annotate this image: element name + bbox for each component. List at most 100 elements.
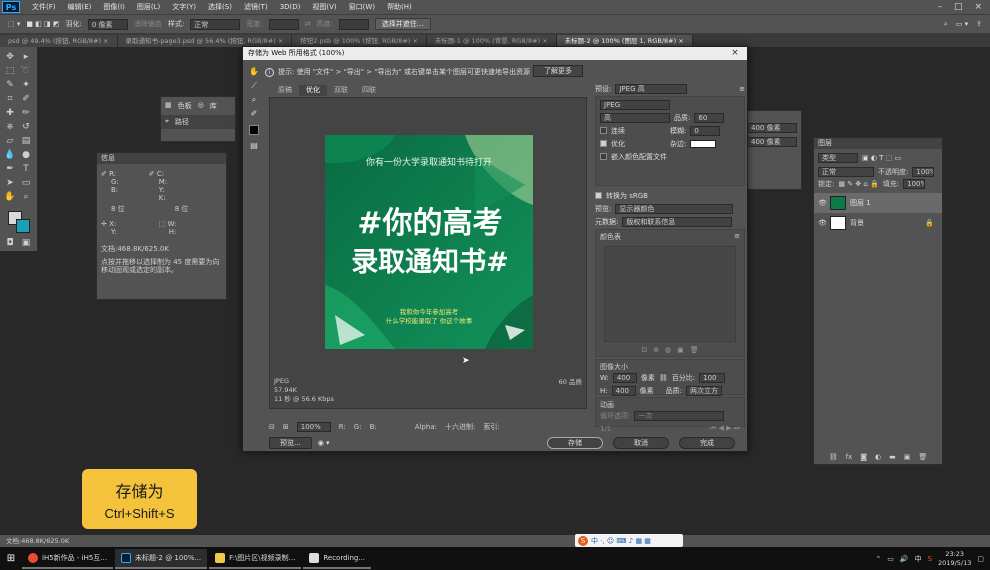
progressive-checkbox[interactable] <box>600 127 607 134</box>
lock-icons[interactable]: ▦ ✎ ✥ ⌂ 🔒 <box>838 180 878 188</box>
cancel-button[interactable]: 取消 <box>613 437 669 449</box>
pen-tool-icon[interactable]: ✒ <box>4 163 16 175</box>
feather-input[interactable]: 0 像素 <box>87 18 128 30</box>
convert-srgb-checkbox[interactable] <box>595 192 602 199</box>
menu-filter[interactable]: 滤镜(T) <box>238 2 274 12</box>
learn-more-button[interactable]: 了解更多 <box>533 65 583 77</box>
artboard-tool-icon[interactable]: ▸ <box>20 51 32 63</box>
save-button[interactable]: 存储 <box>547 437 603 449</box>
color-table-grid[interactable] <box>604 246 736 342</box>
history-brush-icon[interactable]: ↺ <box>20 121 32 133</box>
height-input[interactable] <box>338 18 369 30</box>
dialog-close-icon[interactable]: × <box>723 47 747 60</box>
tab-2up[interactable]: 双联 <box>327 85 355 96</box>
move-tool-icon[interactable]: ✥ <box>4 51 16 63</box>
hand-tool-icon[interactable]: ✋ <box>4 191 16 203</box>
adjustment-icon[interactable]: ◐ <box>875 453 881 461</box>
link-icon[interactable]: ⛓ <box>659 374 668 382</box>
libraries-icon[interactable]: ◎ <box>198 101 204 111</box>
layer-kind-filter[interactable]: 类型 <box>818 153 858 163</box>
style-select[interactable]: 正常 <box>190 18 241 30</box>
quality-input[interactable]: 60 <box>694 112 725 123</box>
color-table-menu-icon[interactable]: ≡ <box>734 232 740 242</box>
eyedropper-color-swatch[interactable] <box>249 125 259 135</box>
share-icon[interactable]: ⇪ <box>976 20 982 29</box>
workspace-icon[interactable]: ▭ ▾ <box>956 20 968 29</box>
lock-color-icon[interactable]: ⊕ <box>653 346 659 354</box>
close-icon[interactable]: × <box>974 2 982 12</box>
menu-edit[interactable]: 编辑(E) <box>62 2 98 12</box>
new-color-icon[interactable]: ▣ <box>677 346 684 354</box>
antialias-checkbox[interactable]: 消除锯齿 <box>134 19 162 29</box>
zoom-out-icon[interactable]: ⊟ <box>269 423 275 431</box>
minimize-icon[interactable]: – <box>937 2 942 12</box>
paths-tab[interactable]: 路径 <box>175 117 189 127</box>
percent-input[interactable]: 100 <box>699 372 726 383</box>
slice-select-icon[interactable]: ⟋ <box>249 81 259 91</box>
preset-menu-icon[interactable]: ≡ <box>739 85 745 93</box>
layer-row[interactable]: 👁 背景 🔒 <box>814 213 942 233</box>
preview-button[interactable]: 预览... <box>269 437 312 449</box>
marquee-tool-icon[interactable]: ⬚ ▾ <box>8 20 20 28</box>
menu-view[interactable]: 视图(V) <box>306 2 342 12</box>
eraser-tool-icon[interactable]: ▱ <box>4 135 16 147</box>
swatches-icon[interactable]: ▦ <box>165 101 172 111</box>
visibility-eye-icon[interactable]: 👁 <box>818 199 827 207</box>
quick-mask-icon[interactable]: ◘ <box>4 237 16 249</box>
path-select-icon[interactable]: ➤ <box>4 177 16 189</box>
volume-icon[interactable]: 🔊 <box>900 555 909 563</box>
embed-profile-checkbox[interactable] <box>600 153 607 160</box>
ime-indicator[interactable]: 中 <box>915 554 922 564</box>
selection-mode-icons[interactable]: ■ ◧ ◨ ◩ <box>26 20 59 28</box>
maximize-icon[interactable]: □ <box>954 2 963 12</box>
shape-tool-icon[interactable]: ▭ <box>20 177 32 189</box>
tab-original[interactable]: 原稿 <box>271 85 299 96</box>
height-input[interactable]: 400 <box>611 385 636 396</box>
loop-select[interactable]: 一次 <box>634 410 725 421</box>
link-icon[interactable]: ⛓ <box>829 453 838 461</box>
brush-tool-icon[interactable]: ✏ <box>20 107 32 119</box>
opacity-input[interactable]: 100% <box>912 167 935 177</box>
menu-file[interactable]: 文件(F) <box>26 2 62 12</box>
format-select[interactable]: JPEG <box>600 99 670 110</box>
visibility-eye-icon[interactable]: 👁 <box>818 219 827 227</box>
stamp-tool-icon[interactable]: ⎈ <box>4 121 16 133</box>
network-icon[interactable]: ▭ <box>887 555 894 563</box>
fill-input[interactable]: 100% <box>903 179 926 189</box>
done-button[interactable]: 完成 <box>679 437 735 449</box>
notification-icon[interactable]: ▢ <box>977 555 984 563</box>
new-layer-icon[interactable]: ▣ <box>904 453 911 461</box>
layer-row[interactable]: 👁 图层 1 <box>814 193 942 213</box>
blur-tool-icon[interactable]: 💧 <box>4 149 16 161</box>
resample-select[interactable]: 两次立方 <box>685 385 722 396</box>
search-icon[interactable]: ⌕ <box>944 20 948 29</box>
preview-mode-select[interactable]: 显示器颜色 <box>615 203 734 214</box>
tab-4up[interactable]: 四联 <box>355 85 383 96</box>
bg-height-field[interactable]: 400 像素 <box>747 137 797 147</box>
tray-up-icon[interactable]: ⌃ <box>875 555 881 563</box>
lasso-tool-icon[interactable]: ➰ <box>20 65 32 77</box>
eyedropper-tool-icon[interactable]: ✐ <box>20 93 32 105</box>
taskbar-item[interactable]: F:\图片区\视频录制... <box>209 549 302 569</box>
tab-optimized[interactable]: 优化 <box>299 85 327 96</box>
layer-filter-icons[interactable]: ▣ ◐ T ⬚ ▭ <box>862 154 901 162</box>
width-input[interactable]: 400 <box>612 372 637 383</box>
fx-icon[interactable]: fx <box>846 453 853 461</box>
swap-icon[interactable]: ⇄ <box>305 20 311 28</box>
optimized-checkbox[interactable] <box>600 140 607 147</box>
menu-select[interactable]: 选择(S) <box>202 2 238 12</box>
metadata-select[interactable]: 版权和联系信息 <box>622 216 733 227</box>
web-snap-icon[interactable]: ⊡ <box>641 346 647 354</box>
type-tool-icon[interactable]: T <box>20 163 32 175</box>
healing-tool-icon[interactable]: ✚ <box>4 107 16 119</box>
menu-layer[interactable]: 图层(L) <box>131 2 166 12</box>
background-color-swatch[interactable] <box>16 219 30 233</box>
menu-window[interactable]: 窗口(W) <box>343 2 381 12</box>
crop-tool-icon[interactable]: ⌗ <box>4 93 16 105</box>
preset-select[interactable]: JPEG 高 <box>615 83 688 94</box>
zoom-tool-icon[interactable]: ⌕ <box>249 95 259 105</box>
matte-color-swatch[interactable] <box>690 139 717 148</box>
menu-help[interactable]: 帮助(H) <box>381 2 418 12</box>
magic-wand-icon[interactable]: ✦ <box>20 79 32 91</box>
taskbar-item[interactable]: iH5新作品 - iH5互... <box>22 549 113 569</box>
